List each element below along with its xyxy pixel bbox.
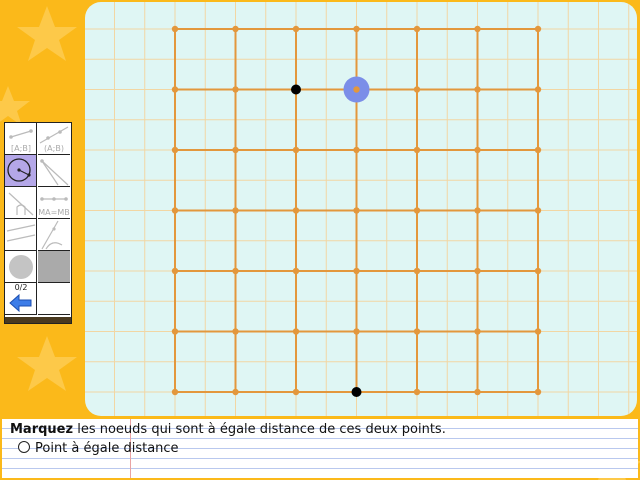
midpoint-tool-label: MA=MB bbox=[38, 208, 70, 217]
grid-node[interactable] bbox=[232, 328, 239, 335]
instruction-verb: Marquez bbox=[10, 422, 74, 437]
given-point-a bbox=[291, 84, 301, 95]
fill-tool[interactable] bbox=[38, 251, 70, 283]
toolbar-footer bbox=[5, 317, 71, 323]
undo-button[interactable]: 0/2 bbox=[5, 283, 37, 315]
grid-node[interactable] bbox=[474, 388, 481, 396]
grid-node[interactable] bbox=[413, 207, 421, 214]
grid-node[interactable] bbox=[232, 388, 239, 396]
perpendicular-icon bbox=[8, 192, 34, 216]
circle-tool[interactable] bbox=[5, 155, 37, 187]
angle-icon bbox=[41, 220, 63, 250]
grid-node[interactable] bbox=[474, 146, 481, 154]
arc-tool[interactable] bbox=[5, 187, 37, 219]
equidistant-point-option[interactable]: Point à égale distance bbox=[18, 441, 179, 456]
instruction-text: Marquez les noeuds qui sont à égale dist… bbox=[10, 422, 446, 437]
grid-node[interactable] bbox=[474, 328, 481, 335]
grid-node[interactable] bbox=[474, 86, 481, 93]
instruction-panel: Marquez les noeuds qui sont à égale dist… bbox=[2, 419, 638, 478]
grid-node[interactable] bbox=[534, 267, 542, 275]
grid-node[interactable] bbox=[413, 328, 421, 335]
option-label: Point à égale distance bbox=[35, 441, 179, 456]
ray-icon bbox=[40, 159, 69, 186]
segment-tool-label: [A;B] bbox=[11, 144, 31, 153]
pencil-tool[interactable] bbox=[5, 219, 37, 251]
point-tool[interactable] bbox=[5, 251, 37, 283]
grid-node[interactable] bbox=[353, 25, 360, 33]
grid-node[interactable] bbox=[413, 388, 421, 396]
grid-node[interactable] bbox=[292, 267, 300, 275]
line-tool-label: (A;B) bbox=[44, 144, 64, 153]
grid-node[interactable] bbox=[413, 267, 421, 275]
midpoint-tool[interactable]: MA=MB bbox=[38, 187, 70, 219]
grid-node[interactable] bbox=[171, 146, 179, 154]
grid-node[interactable] bbox=[534, 25, 542, 33]
grid-node[interactable] bbox=[353, 146, 360, 154]
grid-node[interactable] bbox=[474, 267, 481, 275]
grid-node[interactable] bbox=[534, 146, 542, 154]
grid-node[interactable] bbox=[171, 25, 179, 33]
grid-node[interactable] bbox=[171, 207, 179, 214]
segment-tool[interactable]: [A;B] bbox=[5, 123, 37, 155]
grid-node[interactable] bbox=[534, 388, 542, 396]
grid-node[interactable] bbox=[353, 328, 360, 335]
grid-node[interactable] bbox=[292, 146, 300, 154]
grid-node bbox=[353, 86, 360, 93]
grid-node[interactable] bbox=[353, 207, 360, 214]
tool-palette: [A;B] (A;B) MA=MB 0/2 bbox=[4, 122, 72, 324]
angle-tool[interactable] bbox=[38, 219, 70, 251]
instruction-body: les noeuds qui sont à égale distance de … bbox=[73, 422, 446, 437]
grid-node[interactable] bbox=[353, 267, 360, 275]
grid-node[interactable] bbox=[232, 86, 239, 93]
grid-node[interactable] bbox=[292, 388, 300, 396]
grid-node[interactable] bbox=[474, 207, 481, 214]
radio-icon[interactable] bbox=[18, 441, 30, 453]
grid-node[interactable] bbox=[534, 207, 542, 214]
line-tool[interactable]: (A;B) bbox=[38, 123, 70, 155]
empty-slot bbox=[38, 283, 70, 315]
parallel-icon bbox=[6, 224, 36, 242]
grid-node[interactable] bbox=[171, 328, 179, 335]
grid-node[interactable] bbox=[534, 86, 542, 93]
grid-node[interactable] bbox=[474, 25, 481, 33]
grid-node[interactable] bbox=[232, 207, 239, 214]
grid-node[interactable] bbox=[232, 267, 239, 275]
grid-node[interactable] bbox=[413, 25, 421, 33]
grid-node[interactable] bbox=[171, 86, 179, 93]
grid-node[interactable] bbox=[232, 146, 239, 154]
grid-node[interactable] bbox=[171, 388, 179, 396]
grid-node[interactable] bbox=[292, 207, 300, 214]
grid-node[interactable] bbox=[171, 267, 179, 275]
ray-tool[interactable] bbox=[38, 155, 70, 187]
compass-circle-icon bbox=[7, 158, 31, 182]
grid-node[interactable] bbox=[292, 328, 300, 335]
gray-square-icon bbox=[38, 251, 70, 283]
back-arrow-icon bbox=[9, 293, 32, 313]
grid-node[interactable] bbox=[413, 86, 421, 93]
grid-node[interactable] bbox=[413, 146, 421, 154]
grid-node[interactable] bbox=[534, 328, 542, 335]
eraser-circle-icon bbox=[9, 255, 33, 279]
given-point-b bbox=[351, 387, 362, 397]
geometry-canvas[interactable] bbox=[85, 2, 637, 416]
grid-node[interactable] bbox=[292, 25, 300, 33]
grid-board[interactable] bbox=[85, 2, 637, 416]
grid-node[interactable] bbox=[232, 25, 239, 33]
